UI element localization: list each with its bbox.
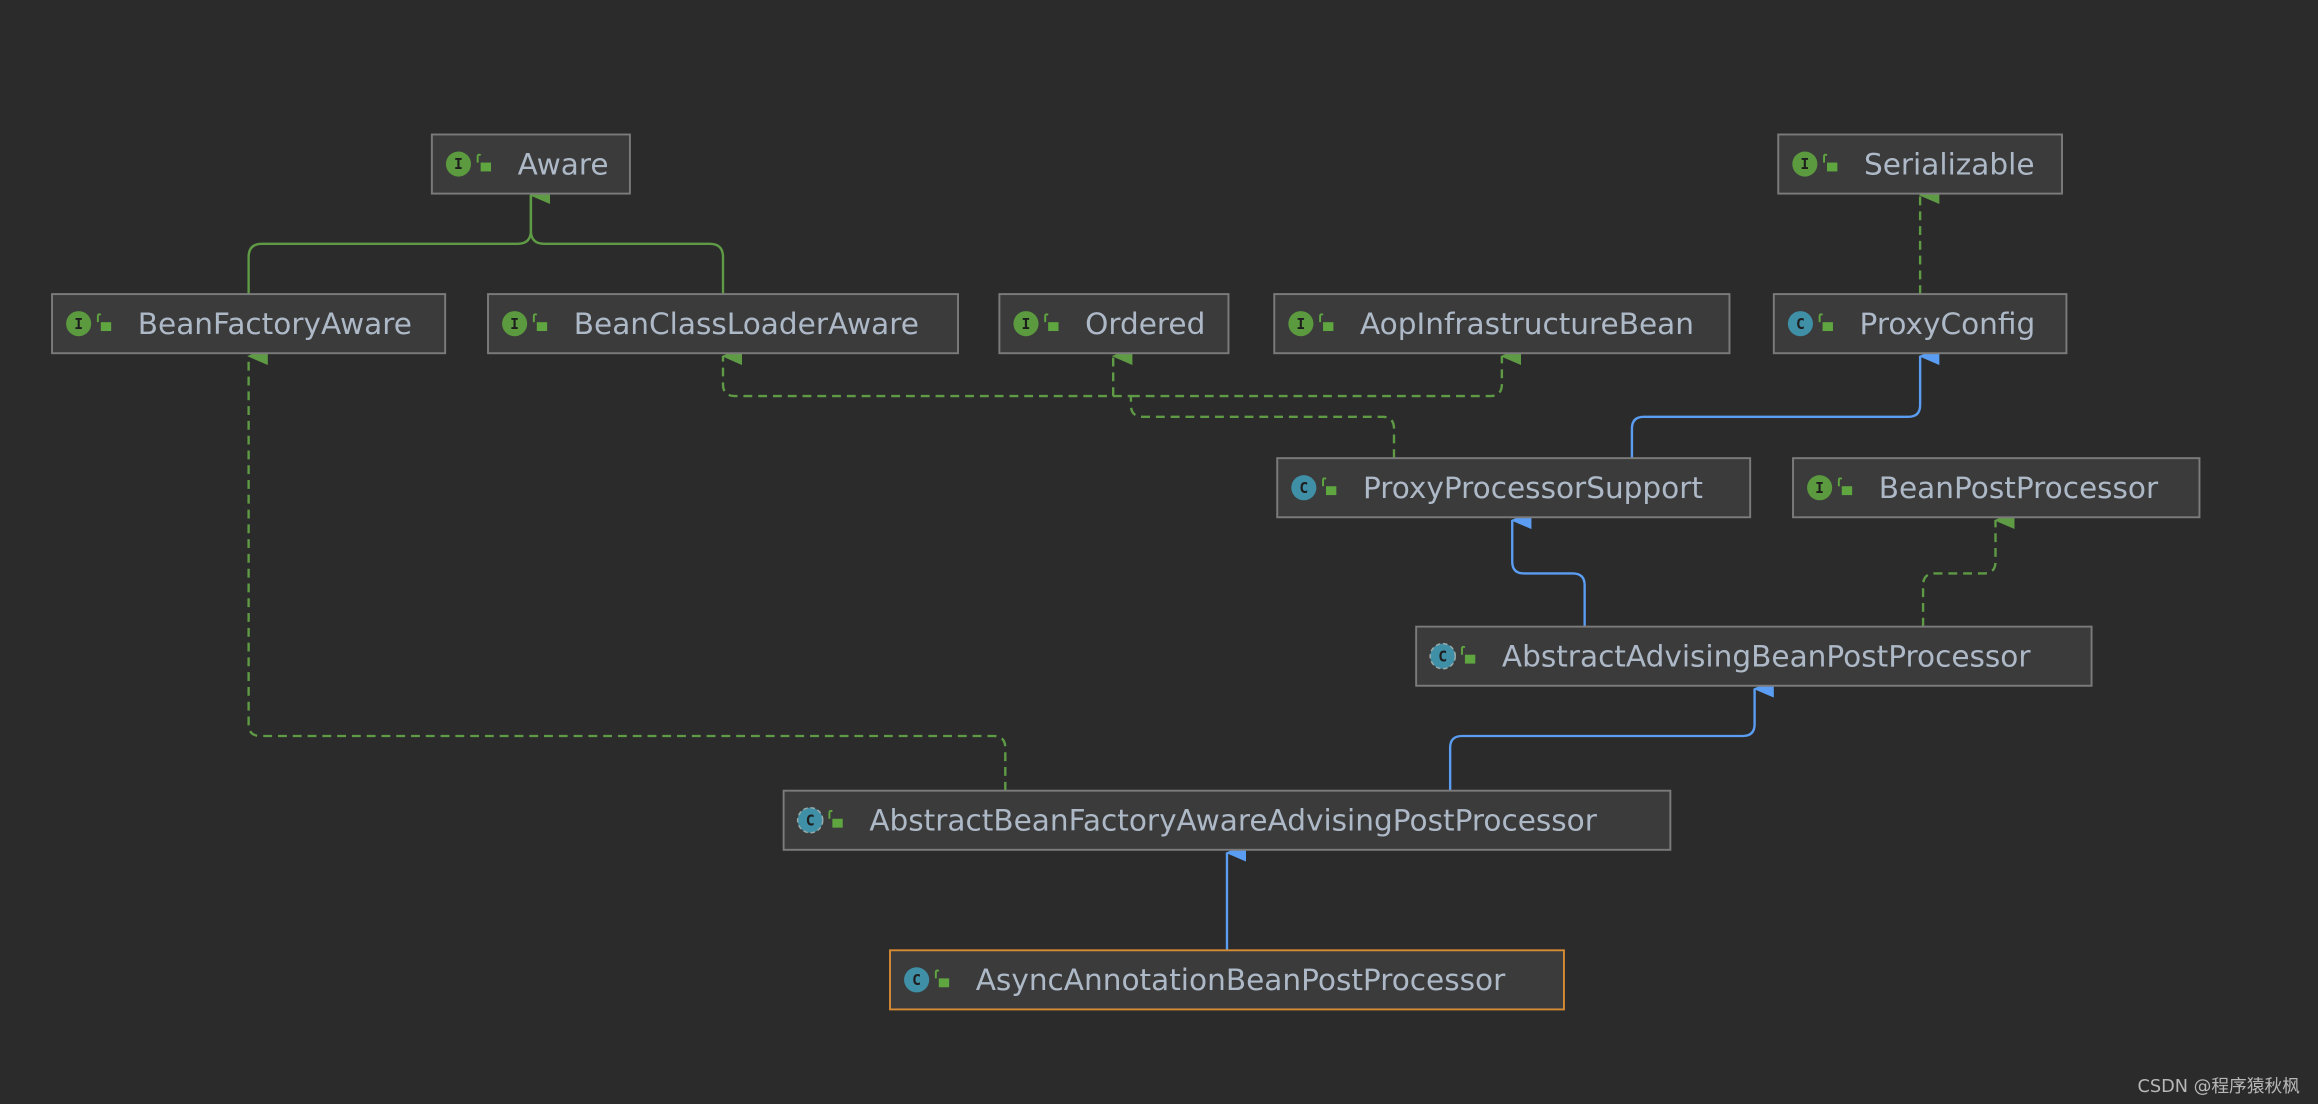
svg-text:I: I (74, 316, 83, 333)
node-label: AsyncAnnotationBeanPostProcessor (976, 963, 1506, 997)
svg-text:I: I (454, 156, 463, 173)
node-label: Aware (518, 147, 609, 181)
svg-text:C: C (1438, 648, 1447, 665)
node-label: BeanFactoryAware (138, 307, 412, 341)
edge-interface-arrow (1921, 511, 2015, 627)
svg-text:C: C (806, 812, 815, 829)
edge-interface-arrow (247, 186, 551, 295)
node-ordered[interactable]: I Ordered (998, 293, 1230, 355)
node-label: BeanPostProcessor (1879, 471, 2159, 505)
svg-text:C: C (912, 972, 921, 989)
node-abfaapp[interactable]: C AbstractBeanFactoryAwareAdvisingPostPro… (782, 789, 1672, 851)
class-diagram: I Aware I Serializable I BeanFactoryAware I Bea… (51, 133, 2300, 1097)
node-bcla[interactable]: I BeanClassLoaderAware (487, 293, 959, 355)
interface-icon: I (445, 151, 472, 177)
abstract-class-icon: C (796, 806, 824, 834)
class-icon: C (1291, 475, 1317, 501)
node-label: Serializable (1864, 147, 2035, 181)
interface-icon: I (1807, 475, 1833, 501)
svg-text:I: I (510, 316, 519, 333)
edge-interface-arrow (1130, 347, 1522, 398)
node-label: ProxyProcessorSupport (1363, 471, 1703, 505)
svg-text:I: I (1022, 316, 1031, 333)
node-serializable[interactable]: I Serializable (1777, 133, 2063, 195)
edge-class-arrow (1448, 679, 1774, 791)
node-aware[interactable]: I Aware (430, 133, 631, 195)
node-bfa[interactable]: I BeanFactoryAware (51, 293, 447, 355)
svg-text:I: I (1800, 156, 1809, 173)
node-label: AopInfrastructureBean (1360, 307, 1694, 341)
node-label: AbstractAdvisingBeanPostProcessor (1502, 640, 2032, 674)
interface-icon: I (66, 311, 92, 337)
edge-interface-arrow (721, 347, 1396, 459)
node-pc[interactable]: C ProxyConfig (1772, 293, 2068, 355)
node-pps[interactable]: C ProxyProcessorSupport (1276, 457, 1752, 519)
node-aabpp[interactable]: C AbstractAdvisingBeanPostProcessor (1415, 625, 2093, 687)
class-icon: C (1787, 311, 1813, 337)
svg-text:C: C (1796, 316, 1805, 333)
svg-text:I: I (1815, 480, 1824, 497)
abstract-class-icon: C (1429, 642, 1457, 670)
node-label: AbstractBeanFactoryAwareAdvisingPostProc… (869, 804, 1597, 838)
node-label: ProxyConfig (1860, 307, 2036, 341)
svg-text:I: I (1296, 316, 1305, 333)
edge-class-arrow (1510, 511, 1586, 627)
interface-icon: I (1288, 311, 1314, 337)
node-async[interactable]: C AsyncAnnotationBeanPostProcessor (889, 949, 1565, 1011)
svg-text:C: C (1299, 480, 1308, 497)
interface-icon: I (1792, 151, 1818, 177)
class-icon: C (904, 967, 930, 993)
edge-class-arrow (1630, 347, 1940, 459)
edge-interface-arrow (529, 186, 725, 295)
watermark: CSDN @程序猿秋枫 (2137, 1076, 2300, 1097)
interface-icon: I (502, 311, 528, 337)
node-aib[interactable]: I AopInfrastructureBean (1273, 293, 1731, 355)
node-label: BeanClassLoaderAware (574, 307, 919, 341)
node-bpp[interactable]: I BeanPostProcessor (1792, 457, 2201, 519)
interface-icon: I (1013, 311, 1039, 337)
node-label: Ordered (1085, 307, 1205, 341)
edge-interface-arrow (247, 347, 1007, 791)
